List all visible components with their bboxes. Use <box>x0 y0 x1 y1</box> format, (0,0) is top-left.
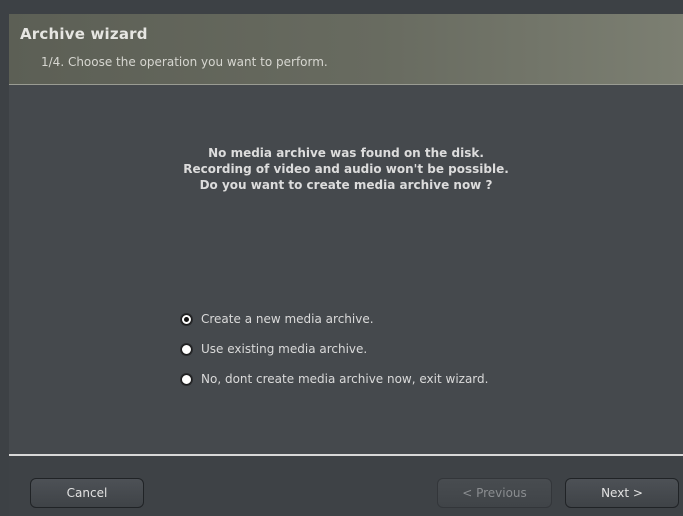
option-exit-wizard[interactable]: No, dont create media archive now, exit … <box>181 369 488 389</box>
wizard-footer: Cancel < Previous Next > <box>9 456 683 516</box>
option-label: Use existing media archive. <box>201 342 368 356</box>
wizard-content: No media archive was found on the disk. … <box>9 85 683 453</box>
archive-wizard-window: Archive wizard 1/4. Choose the operation… <box>9 14 683 516</box>
option-create-new-archive[interactable]: Create a new media archive. <box>181 309 374 329</box>
wizard-title: Archive wizard <box>20 25 148 43</box>
wizard-step-subtitle: 1/4. Choose the operation you want to pe… <box>41 55 328 69</box>
option-use-existing-archive[interactable]: Use existing media archive. <box>181 339 367 359</box>
option-label: No, dont create media archive now, exit … <box>201 372 489 386</box>
message-line-2: Recording of video and audio won't be po… <box>183 162 509 176</box>
wizard-header: Archive wizard 1/4. Choose the operation… <box>9 14 683 85</box>
cancel-button[interactable]: Cancel <box>30 478 144 508</box>
radio-button-selected[interactable] <box>181 313 192 325</box>
previous-button[interactable]: < Previous <box>437 478 552 508</box>
radio-button[interactable] <box>181 343 192 355</box>
radio-button[interactable] <box>181 373 192 385</box>
message-line-3: Do you want to create media archive now … <box>199 178 493 192</box>
next-button[interactable]: Next > <box>565 478 679 508</box>
option-label: Create a new media archive. <box>201 312 374 326</box>
no-archive-message: No media archive was found on the disk. … <box>9 145 683 193</box>
message-line-1: No media archive was found on the disk. <box>208 146 484 160</box>
